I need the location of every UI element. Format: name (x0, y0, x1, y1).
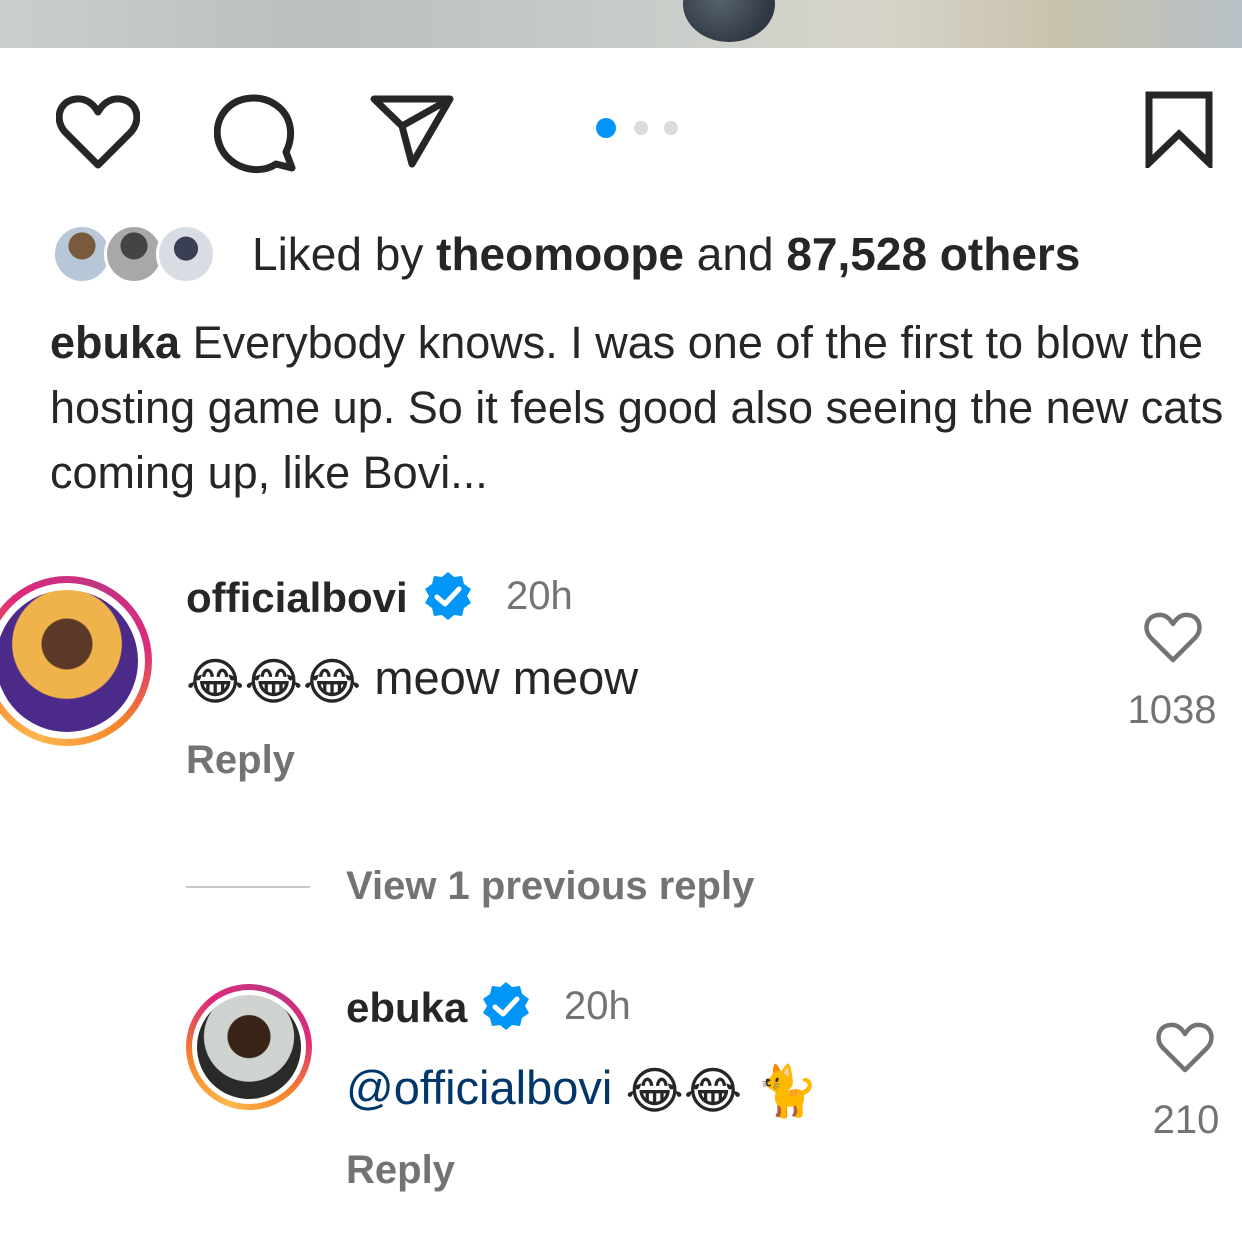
comment-like-count: 1038 (1127, 688, 1217, 732)
avatar-story-ring[interactable] (186, 984, 312, 1110)
comment-time: 20h (506, 574, 573, 618)
carousel-dot (664, 121, 678, 135)
reply-username[interactable]: ebuka (346, 984, 467, 1032)
verified-badge-icon (480, 980, 532, 1032)
mention-link[interactable]: @officialbovi (346, 1061, 612, 1114)
carousel-dot (634, 121, 648, 135)
avatar (156, 224, 216, 284)
post-caption: ebuka Everybody knows. I was one of the … (50, 310, 1230, 505)
likes-conjunction: and (696, 228, 774, 280)
post-image-object (683, 0, 775, 42)
comment-text-content: meow meow (374, 651, 639, 704)
heart-outline-icon[interactable] (1144, 612, 1202, 664)
likes-text: Liked by theomoope and 87,528 others (252, 228, 1080, 280)
comment-username[interactable]: officialbovi (186, 574, 408, 622)
likes-prefix: Liked by (252, 228, 424, 280)
avatar (104, 224, 164, 284)
reply-text: @officialbovi 😂😂 🐈 (346, 1060, 818, 1121)
comment-bubble-icon[interactable] (213, 94, 298, 174)
caption-username[interactable]: ebuka (50, 317, 180, 368)
heart-outline-icon[interactable] (55, 95, 141, 171)
reply-time: 20h (564, 984, 631, 1028)
view-previous-replies-label[interactable]: View 1 previous reply (346, 864, 754, 909)
laughing-emoji-icon: 😂😂 🐈 (625, 1063, 819, 1120)
liker-avatars (52, 222, 227, 286)
heart-outline-icon[interactable] (1156, 1022, 1214, 1074)
reply-button[interactable]: Reply (346, 1148, 455, 1193)
liker-username[interactable]: theomoope (436, 228, 684, 280)
post-action-bar (0, 50, 1242, 200)
avatar (0, 590, 138, 732)
verified-badge-icon (422, 570, 474, 622)
reply-like-count: 210 (1152, 1098, 1220, 1142)
likes-summary[interactable]: Liked by theomoope and 87,528 others (52, 222, 1232, 286)
avatar (52, 224, 112, 284)
carousel-dot-active (596, 118, 616, 138)
thread-divider (186, 886, 310, 888)
laughing-emoji-icon: 😂😂😂 (186, 653, 362, 710)
comment-text: 😂😂😂 meow meow (186, 650, 638, 711)
bookmark-icon[interactable] (1144, 90, 1214, 172)
paper-plane-icon[interactable] (370, 94, 454, 168)
reply-button[interactable]: Reply (186, 738, 295, 783)
view-previous-replies[interactable]: View 1 previous reply (186, 862, 886, 912)
avatar (197, 995, 301, 1099)
post-image-bottom (0, 0, 1242, 48)
caption-text: Everybody knows. I was one of the first … (50, 317, 1224, 498)
likes-count[interactable]: 87,528 others (786, 228, 1080, 280)
avatar-story-ring[interactable] (0, 576, 152, 746)
